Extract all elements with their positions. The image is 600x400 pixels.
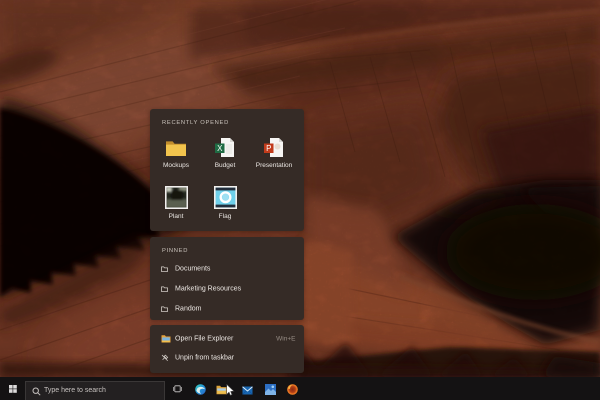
- svg-text:P: P: [266, 143, 271, 152]
- svg-text:X: X: [217, 143, 223, 152]
